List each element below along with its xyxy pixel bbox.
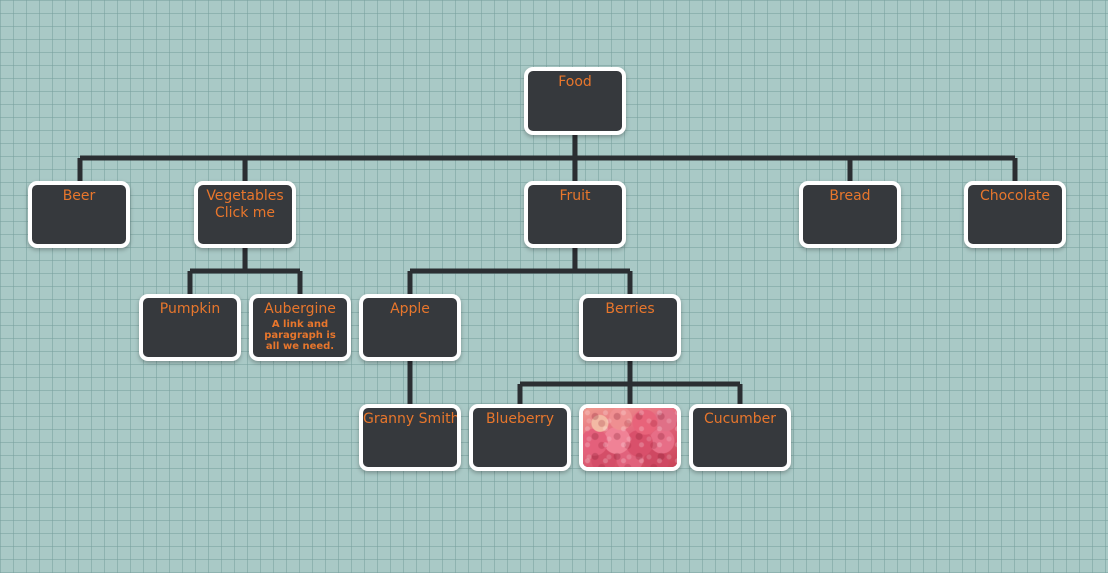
node-berries[interactable]: Berries [579,294,681,361]
node-aubergine-label: Aubergine [264,301,336,317]
node-raspberry-image[interactable] [579,404,681,471]
node-pumpkin[interactable]: Pumpkin [139,294,241,361]
node-vegetables[interactable]: Vegetables Click me [194,181,296,248]
node-fruit[interactable]: Fruit [524,181,626,248]
node-vegetables-label: Vegetables [206,188,284,204]
node-cucumber[interactable]: Cucumber [689,404,791,471]
node-granny-smith-label: Granny Smith [363,411,460,427]
raspberries-photo-texture [583,408,677,467]
node-aubergine-paragraph: A link and paragraph is all we need. [264,319,336,352]
node-chocolate-label: Chocolate [979,188,1051,204]
node-blueberry-label: Blueberry [485,411,555,427]
node-chocolate[interactable]: Chocolate [964,181,1066,248]
node-pumpkin-label: Pumpkin [159,301,221,317]
node-fruit-label: Fruit [559,188,591,204]
node-food[interactable]: Food [524,67,626,135]
node-beer[interactable]: Beer [28,181,130,248]
node-aubergine[interactable]: Aubergine A link and paragraph is all we… [249,294,351,361]
raspberries-photo [583,408,677,467]
node-bread-label: Bread [829,188,871,204]
node-vegetables-click-me-link[interactable]: Click me [198,205,292,222]
node-apple[interactable]: Apple [359,294,461,361]
node-blueberry[interactable]: Blueberry [469,404,571,471]
node-cucumber-label: Cucumber [703,411,777,427]
tree-diagram-canvas: Food Beer Vegetables Click me Fruit Brea… [0,0,1108,573]
node-berries-label: Berries [605,301,655,317]
node-beer-label: Beer [62,188,96,204]
node-apple-label: Apple [390,301,430,317]
node-bread[interactable]: Bread [799,181,901,248]
node-food-label: Food [558,74,592,90]
node-granny-smith[interactable]: Granny Smith [359,404,461,471]
